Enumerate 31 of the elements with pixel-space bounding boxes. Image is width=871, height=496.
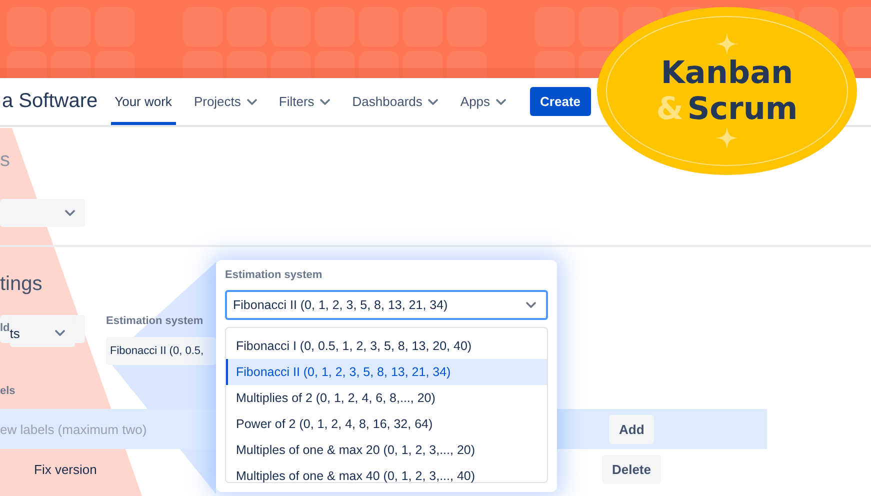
- ampersand-text: &: [656, 91, 684, 127]
- chevron-down-icon: [55, 330, 65, 336]
- input-field[interactable]: Fibonacci II (0, 0.5,: [106, 337, 216, 365]
- logo-text[interactable]: a Software: [2, 90, 98, 113]
- dropdown-option[interactable]: Multiplies of 2 (0, 1, 2, 4, 6, 8,..., 20): [226, 385, 547, 411]
- dropdown-option[interactable]: Fibonacci I (0, 0.5, 1, 2, 3, 5, 8, 13, 20, 40): [226, 333, 547, 359]
- chevron-down-icon: [65, 210, 75, 216]
- section-heading: tings: [0, 272, 42, 297]
- chevron-down-icon: [526, 302, 536, 308]
- nav-tab[interactable]: Projects: [190, 78, 261, 125]
- badge-title: Scrum: [687, 91, 798, 127]
- page-heading: s: [0, 148, 10, 173]
- create-button[interactable]: Create: [530, 87, 591, 116]
- nav-tab[interactable]: Your work: [110, 78, 176, 125]
- field-label: Estimation system: [225, 269, 322, 283]
- dropdown-option[interactable]: Multiples of one & max 40 (0, 1, 2, 3,..., 40): [226, 463, 547, 489]
- sparkle-icon: [716, 33, 738, 55]
- nav-tab[interactable]: Dashboards: [348, 78, 442, 125]
- label-name: Fix version: [34, 462, 97, 476]
- nav-tab[interactable]: Apps: [456, 78, 510, 125]
- field-label: els: [0, 385, 16, 399]
- field-label: ld: [0, 322, 10, 336]
- nav-tab[interactable]: Filters: [274, 78, 334, 125]
- dropdown-option[interactable]: Fibonacci II (0, 1, 2, 3, 5, 8, 13, 21, 34): [226, 359, 547, 385]
- badge-title: Kanban: [660, 55, 794, 91]
- delete-button[interactable]: Delete: [602, 454, 661, 484]
- add-button[interactable]: Add: [609, 414, 654, 444]
- sparkle-icon: [716, 127, 738, 149]
- field-label: Estimation system: [106, 315, 204, 329]
- select-field[interactable]: Fibonacci II (0, 1, 2, 3, 5, 8, 13, 21, 34): [225, 290, 548, 320]
- select-field[interactable]: [0, 199, 85, 227]
